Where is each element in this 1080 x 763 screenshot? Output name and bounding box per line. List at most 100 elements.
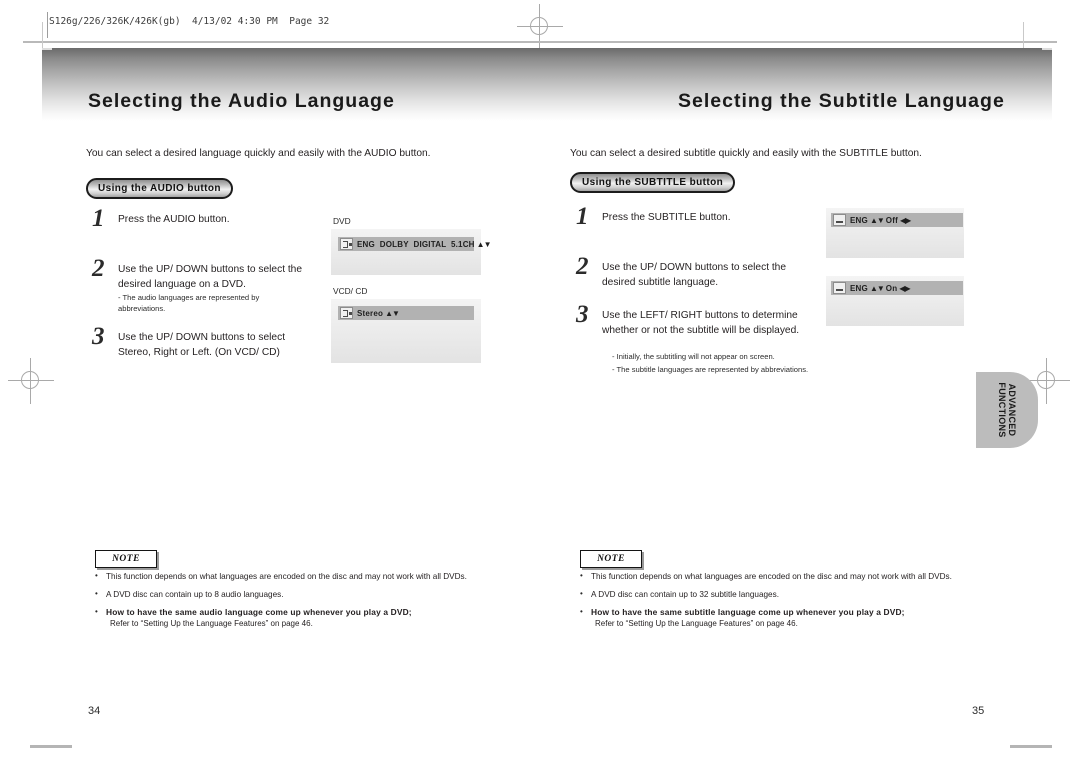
note-heading-box-audio: NOTE [95, 550, 157, 568]
registration-circle [530, 17, 548, 35]
note-text: This function depends on what languages … [106, 572, 467, 581]
subtitle-icon [833, 214, 846, 226]
osd-bar-vcd-cd-text: Stereo [357, 308, 384, 318]
registration-circle [21, 371, 39, 389]
slug-underline [23, 41, 1057, 43]
up-down-arrows-icon: ▲▼ [869, 215, 885, 225]
step-subnote: abbreviations. [118, 304, 166, 313]
subtitle-inline-notes: - Initially, the subtitling will not app… [612, 350, 808, 376]
section-pill-audio: Using the AUDIO button [86, 178, 233, 199]
step-line: desired subtitle language. [602, 277, 719, 288]
registration-mark-left [8, 358, 54, 404]
note-text-bold: How to have the same audio language come… [106, 607, 412, 617]
band-notch-left [42, 48, 52, 50]
trim-rule-right [1023, 22, 1024, 48]
note-heading-label: NOTE [112, 554, 140, 564]
step-subnote: - The audio languages are represented by [118, 293, 260, 302]
note-item: • How to have the same audio language co… [95, 607, 467, 629]
note-item: • This function depends on what language… [95, 571, 467, 582]
osd-subtitle-state: Off [885, 215, 898, 225]
step-line: Press the AUDIO button. [118, 214, 230, 225]
osd-label-vcd-cd: VCD/ CD [333, 286, 368, 296]
bullet-glyph: • [95, 589, 98, 598]
audio-mode-icon [340, 307, 353, 319]
step-number: 2 [92, 255, 105, 282]
subtitle-icon [833, 282, 846, 294]
step-number: 3 [92, 323, 105, 350]
step-line: Use the UP/ DOWN buttons to select the [602, 262, 787, 273]
up-down-arrows-icon: ▲▼ [869, 283, 885, 293]
section-pill-subtitle: Using the SUBTITLE button [570, 172, 736, 193]
step-number: 3 [576, 301, 589, 328]
crop-mark-bottom-right [1010, 745, 1052, 748]
side-tab-advanced-functions: ADVANCED FUNCTIONS [976, 372, 1038, 448]
note-reference: Refer to “Setting Up the Language Featur… [595, 619, 798, 628]
intro-text-audio: You can select a desired language quickl… [86, 148, 431, 159]
side-tab-line2: FUNCTIONS [997, 382, 1007, 438]
registration-circle [1037, 371, 1055, 389]
osd-bar-vcd-cd: Stereo ▲▼ [338, 306, 474, 320]
note-text-bold: How to have the same subtitle language c… [591, 607, 905, 617]
bullet-glyph: • [95, 607, 98, 616]
step-number: 2 [576, 253, 589, 280]
print-slug-line: S126g/226/326K/426K(gb) 4/13/02 4:30 PM … [49, 16, 330, 27]
step-body: Use the UP/ DOWN buttons to select the d… [118, 262, 302, 314]
note-reference: Refer to “Setting Up the Language Featur… [110, 619, 313, 628]
note-text: A DVD disc can contain up to 8 audio lan… [106, 590, 284, 599]
step-number: 1 [92, 205, 105, 232]
step-number: 1 [576, 203, 589, 230]
note-heading-label: NOTE [597, 554, 625, 564]
osd-bar-dvd-text: ENG DOLBY DIGITAL 5.1CH [357, 239, 475, 249]
osd-subtitle-lang: ENG [850, 215, 868, 225]
section-pill-audio-label: Using the AUDIO button [98, 183, 221, 194]
page-number-left: 34 [88, 705, 101, 717]
bullet-glyph: • [580, 571, 583, 580]
side-tab-line1: ADVANCED [1007, 383, 1017, 437]
step-body: Press the AUDIO button. [118, 212, 230, 227]
note-item: • A DVD disc can contain up to 8 audio l… [95, 589, 467, 600]
note-list-subtitle: • This function depends on what language… [580, 571, 952, 636]
osd-subtitle-state: On [885, 283, 898, 293]
osd-label-dvd: DVD [333, 216, 351, 226]
osd-screen-dvd [331, 229, 481, 275]
step-body: Use the UP/ DOWN buttons to select the d… [602, 260, 786, 290]
left-right-arrows-icon: ◀▶ [899, 215, 911, 225]
intro-text-subtitle: You can select a desired subtitle quickl… [570, 148, 922, 159]
osd-bar-subtitle-off: ENG ▲▼ Off ◀▶ [831, 213, 963, 227]
bullet-glyph: • [580, 589, 583, 598]
step-body: Use the LEFT/ RIGHT buttons to determine… [602, 308, 799, 338]
step-body: Use the UP/ DOWN buttons to select Stere… [118, 330, 285, 360]
crop-mark-bottom-left [30, 745, 72, 748]
step-line: Use the UP/ DOWN buttons to select [118, 332, 286, 343]
page-number-right: 35 [972, 705, 985, 717]
inline-note: - The subtitle languages are represented… [612, 365, 809, 374]
left-right-arrows-icon: ◀▶ [899, 283, 910, 293]
note-list-audio: • This function depends on what language… [95, 571, 467, 636]
step-line: desired language on a DVD. [118, 279, 246, 290]
note-item: • This function depends on what language… [580, 571, 952, 582]
section-pill-subtitle-label: Using the SUBTITLE button [582, 177, 724, 188]
note-item: • How to have the same subtitle language… [580, 607, 952, 629]
osd-bar-dvd: ENG DOLBY DIGITAL 5.1CH ▲▼ [338, 237, 492, 251]
osd-bar-subtitle-on: ENG ▲▼ On ◀▶ [831, 281, 963, 295]
step-line: Use the UP/ DOWN buttons to select the [118, 264, 303, 275]
band-notch-right [1042, 48, 1052, 50]
note-heading-box-subtitle: NOTE [580, 550, 642, 568]
page-title-subtitle: Selecting the Subtitle Language [678, 90, 1005, 112]
note-text: A DVD disc can contain up to 32 subtitle… [591, 590, 779, 599]
slug-divider [47, 12, 48, 38]
trim-rule-left [42, 22, 43, 48]
inline-note: - Initially, the subtitling will not app… [612, 352, 775, 361]
bullet-glyph: • [580, 607, 583, 616]
page-title-audio: Selecting the Audio Language [88, 90, 395, 112]
up-down-arrows-icon: ▲▼ [476, 239, 492, 249]
step-line: whether or not the subtitle will be disp… [602, 325, 800, 336]
step-line: Use the LEFT/ RIGHT buttons to determine [602, 310, 798, 321]
note-text: This function depends on what languages … [591, 572, 952, 581]
bullet-glyph: • [95, 571, 98, 580]
note-item: • A DVD disc can contain up to 32 subtit… [580, 589, 952, 600]
step-body: Press the SUBTITLE button. [602, 210, 731, 225]
osd-subtitle-lang: ENG [850, 283, 868, 293]
side-tab-text: ADVANCED FUNCTIONS [997, 382, 1017, 437]
audio-mode-icon [340, 238, 353, 250]
